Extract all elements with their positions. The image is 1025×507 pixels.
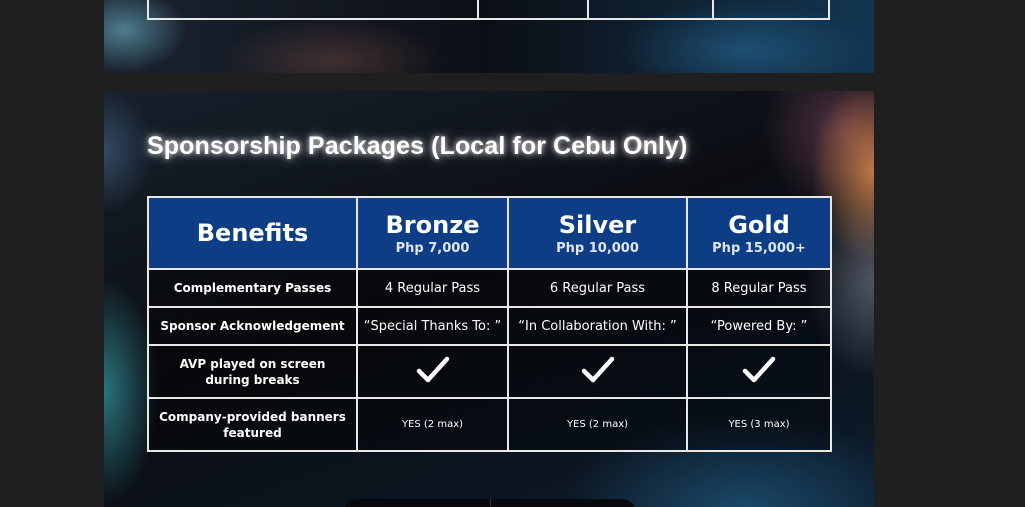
sponsorship-table: Benefits Bronze Php 7,000 Silver Php 10,…	[147, 196, 832, 452]
previous-slide-table	[147, 0, 830, 20]
table-cell: “Powered By: ”	[686, 306, 832, 346]
check-icon	[581, 356, 614, 382]
table-cell: YES (2 max)	[356, 397, 509, 452]
previous-table-cell	[479, 0, 589, 18]
previous-table-cell	[149, 0, 479, 18]
tier-price: Php 7,000	[395, 240, 470, 256]
benefits-header-label: Benefits	[196, 219, 309, 247]
table-cell	[356, 344, 509, 399]
sponsorship-slide: Sponsorship Packages (Local for Cebu Onl…	[104, 91, 874, 507]
previous-table-cell	[589, 0, 714, 18]
previous-table-cell	[714, 0, 828, 18]
next-table-top	[344, 499, 636, 507]
row-label: Complementary Passes	[147, 268, 358, 308]
table-row: Complementary Passes 4 Regular Pass 6 Re…	[147, 268, 832, 308]
table-cell: 4 Regular Pass	[356, 268, 509, 308]
tier-header-gold: Gold Php 15,000+	[686, 196, 832, 270]
table-cell: 6 Regular Pass	[507, 268, 688, 308]
check-icon	[416, 356, 449, 382]
table-row: Sponsor Acknowledgement “Special Thanks …	[147, 306, 832, 346]
tier-name: Silver	[558, 210, 637, 239]
table-cell: 8 Regular Pass	[686, 268, 832, 308]
previous-slide	[104, 0, 874, 73]
tier-name: Gold	[728, 210, 790, 239]
check-icon	[742, 356, 776, 382]
next-table-cell	[344, 499, 491, 507]
tier-price: Php 15,000+	[712, 240, 806, 256]
table-row: Company-provided banners featured YES (2…	[147, 397, 832, 452]
table-cell	[686, 344, 832, 399]
table-cell	[507, 344, 688, 399]
tier-name: Bronze	[385, 210, 480, 239]
table-cell: “Special Thanks To: ”	[356, 306, 509, 346]
row-label: Company-provided banners featured	[147, 397, 358, 452]
table-cell: “In Collaboration With: ”	[507, 306, 688, 346]
table-cell: YES (3 max)	[686, 397, 832, 452]
benefits-header: Benefits	[147, 196, 358, 270]
table-header-row: Benefits Bronze Php 7,000 Silver Php 10,…	[147, 196, 832, 270]
row-label: AVP played on screen during breaks	[147, 344, 358, 399]
slide-title: Sponsorship Packages (Local for Cebu Onl…	[147, 132, 688, 160]
tier-price: Php 10,000	[556, 240, 639, 256]
tier-header-silver: Silver Php 10,000	[507, 196, 688, 270]
table-row: AVP played on screen during breaks	[147, 344, 832, 399]
row-label: Sponsor Acknowledgement	[147, 306, 358, 346]
tier-header-bronze: Bronze Php 7,000	[356, 196, 509, 270]
table-cell: YES (2 max)	[507, 397, 688, 452]
next-table-cell	[491, 499, 637, 507]
